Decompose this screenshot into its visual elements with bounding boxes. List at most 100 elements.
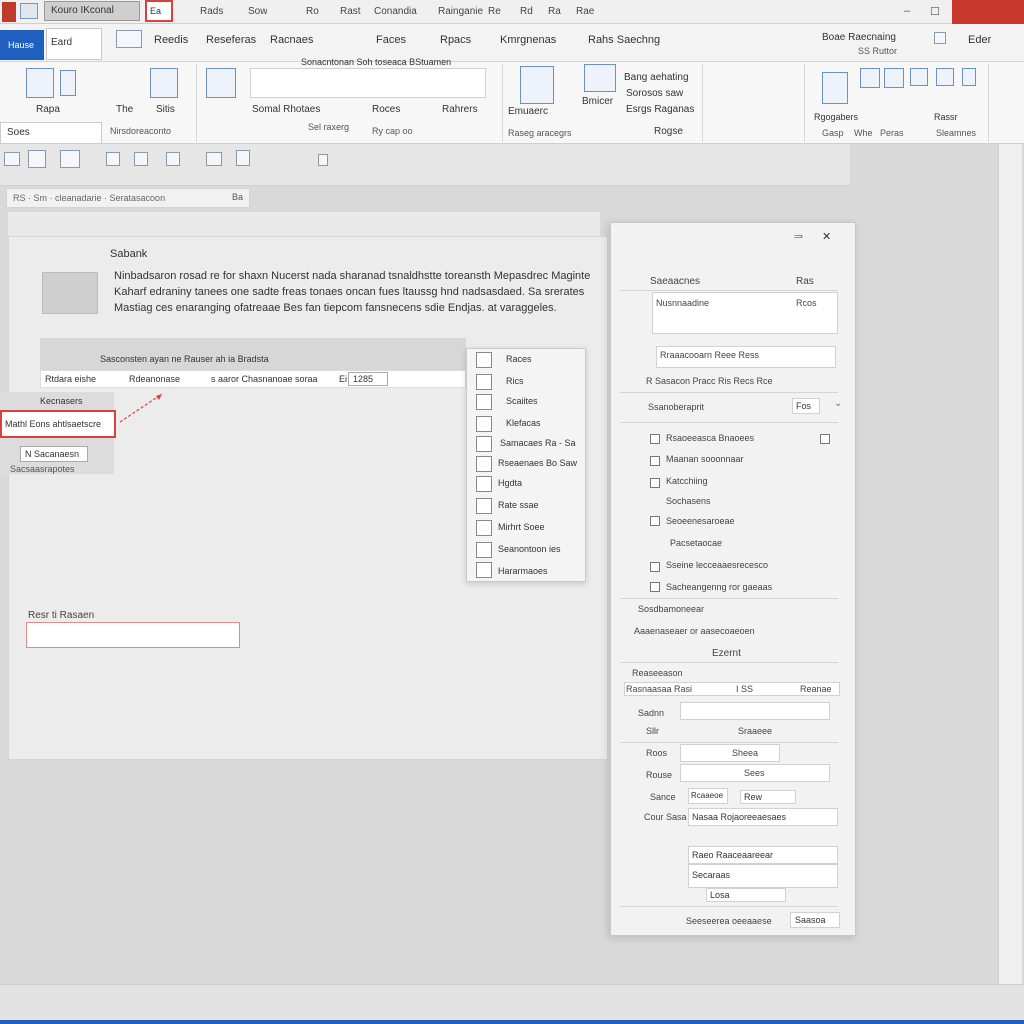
title-menu-2[interactable]: Sow — [248, 6, 267, 17]
panel-pin-icon[interactable]: ⥰ — [794, 230, 803, 243]
title-menu-6[interactable]: Rainganie — [438, 6, 483, 17]
tab-4[interactable]: Faces — [376, 34, 406, 46]
panel-input[interactable]: Secaraas — [688, 864, 838, 888]
menu-item[interactable]: Rseaenaes Bo Saw — [498, 458, 608, 478]
shape-icon[interactable] — [962, 68, 976, 86]
toolbar-icon[interactable] — [106, 152, 120, 166]
file-tab[interactable]: Hause — [0, 30, 44, 60]
panel-select-value[interactable]: Fos — [792, 398, 820, 414]
shape-icon[interactable] — [936, 68, 954, 86]
shape-icon[interactable] — [860, 68, 880, 88]
panel-footer-button[interactable]: Saasoa — [790, 912, 840, 928]
shape-icon[interactable] — [884, 68, 904, 88]
layout-icon[interactable] — [206, 68, 236, 98]
breadcrumb[interactable]: RS · Sm · cleanadarie · Seratasacoon — [6, 188, 250, 208]
panel-checkbox[interactable] — [650, 516, 660, 526]
maximize-button[interactable]: ☐ — [930, 5, 940, 18]
tab-6[interactable]: Kmrgnenas — [500, 34, 556, 46]
panel-input[interactable] — [680, 744, 780, 762]
title-menu-4[interactable]: Rast — [340, 6, 361, 17]
tab-1[interactable]: Reedis — [154, 34, 188, 46]
minimize-button[interactable]: ‒ — [904, 5, 910, 17]
shape-icon[interactable] — [910, 68, 928, 86]
toolbar-icon[interactable] — [206, 152, 222, 166]
vertical-scrollbar[interactable] — [998, 144, 1022, 984]
list-icon[interactable] — [584, 64, 616, 92]
title-menu-10[interactable]: Rae — [576, 6, 594, 17]
toolbar-icon[interactable] — [318, 154, 328, 166]
menu-item[interactable]: Races — [506, 354, 616, 374]
highlighted-title-button[interactable]: Ea — [145, 0, 173, 22]
bottom-field-input[interactable] — [26, 622, 240, 648]
panel-checkbox[interactable] — [650, 456, 660, 466]
menu-item[interactable]: Hararmaoes — [498, 566, 608, 586]
chevron-down-icon[interactable]: ⌄ — [834, 398, 842, 409]
panel-checkbox[interactable] — [650, 562, 660, 572]
panel-close-icon[interactable]: ✕ — [822, 230, 831, 243]
paste-icon[interactable] — [26, 68, 54, 98]
title-menu-1[interactable]: Rads — [200, 6, 223, 17]
tab-group-right[interactable]: Boae Raecnaing — [822, 32, 896, 43]
tab-active[interactable]: Eard — [46, 28, 102, 60]
tab-2[interactable]: Reseferas — [206, 34, 256, 46]
table-row[interactable]: Rtdara eishe Rdeanonase s aaror Chasnano… — [40, 370, 466, 388]
document-image[interactable] — [42, 272, 98, 314]
format-icon[interactable] — [60, 70, 76, 96]
panel-checkbox[interactable] — [820, 434, 830, 444]
style-gallery[interactable]: Sonacntonan Soh toseaca BStuamen — [250, 57, 486, 98]
app-icon[interactable] — [2, 2, 16, 22]
toolbar-icon[interactable] — [134, 152, 148, 166]
panel-input[interactable]: Nasaa Rojaoreeaesaes — [688, 808, 838, 826]
panel-select[interactable]: Ssanoberaprit — [648, 402, 704, 412]
panel-input[interactable]: Rcaaeoe — [688, 788, 728, 804]
grid-icon[interactable] — [934, 32, 946, 44]
menu-item[interactable]: Mirhrt Soee — [498, 522, 608, 542]
title-menu-9[interactable]: Ra — [548, 6, 561, 17]
panel-input[interactable]: Raeo Raaceaareear — [688, 846, 838, 864]
menu-item[interactable]: Klefacas — [506, 418, 616, 438]
styles-icon[interactable] — [150, 68, 178, 98]
tab-5[interactable]: Rpacs — [440, 34, 471, 46]
title-menu-5[interactable]: Conandia — [374, 6, 417, 17]
title-menu-8[interactable]: Rd — [520, 6, 533, 17]
side-box-button[interactable]: N Sacanaesn — [20, 446, 88, 462]
menu-item[interactable]: Rate ssae — [498, 500, 608, 520]
menu-item[interactable]: Samacaes Ra - Sa — [500, 438, 610, 458]
tab-7[interactable]: Rahs Saechng — [588, 34, 660, 46]
menu-item[interactable]: Seanontoon ies — [498, 544, 608, 564]
menu-item[interactable]: Hgdta — [498, 478, 608, 498]
menu-item-icon — [476, 394, 492, 410]
toolbar-icon[interactable] — [166, 152, 180, 166]
panel-input[interactable]: Rew — [740, 790, 796, 804]
menu-item[interactable]: Rics — [506, 376, 616, 396]
panel-checkbox[interactable] — [650, 434, 660, 444]
table-value-input[interactable]: 1285 — [348, 372, 388, 386]
ribbon-label: Rapa — [36, 104, 60, 115]
table-icon[interactable] — [520, 66, 554, 104]
tab-3[interactable]: Racnaes — [270, 34, 313, 46]
page-layout-icon[interactable] — [116, 30, 142, 48]
close-button[interactable] — [952, 0, 1024, 24]
ribbon-label: Esrgs Raganas — [626, 104, 695, 115]
panel-input[interactable] — [680, 702, 830, 720]
panel-checkbox[interactable] — [650, 582, 660, 592]
title-menu-3[interactable]: Ro — [306, 6, 319, 17]
ribbon-search-input[interactable]: Soes — [0, 122, 102, 144]
ribbon-label: Rassr — [934, 112, 958, 122]
title-menu-7[interactable]: Re — [488, 6, 501, 17]
tab-8[interactable]: Eder — [968, 34, 991, 46]
toolbar-icon[interactable] — [60, 150, 80, 168]
document-title[interactable]: Kouro IKconal — [44, 1, 140, 21]
panel-checkbox[interactable] — [650, 478, 660, 488]
panel-label: Cour Sasa — [644, 812, 687, 822]
quick-access-icon[interactable] — [20, 3, 38, 19]
breadcrumb-end[interactable]: Ba — [232, 192, 243, 202]
ribbon-group-label: Gasp — [822, 128, 844, 138]
chart-icon[interactable] — [822, 72, 848, 104]
toolbar-icon[interactable] — [236, 150, 250, 166]
toolbar-icon[interactable] — [4, 152, 20, 166]
menu-item[interactable]: Scaiites — [506, 396, 616, 416]
highlighted-selection[interactable]: Mathl Eons ahtlsaetscre — [0, 410, 116, 438]
panel-input[interactable]: Losa — [706, 888, 786, 902]
toolbar-icon[interactable] — [28, 150, 46, 168]
